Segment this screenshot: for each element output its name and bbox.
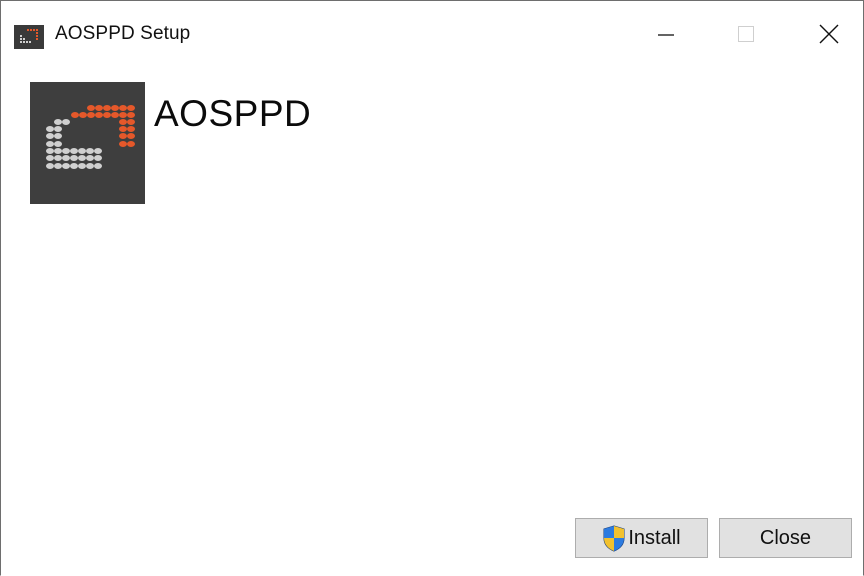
aosppd-logo bbox=[30, 82, 145, 204]
install-button[interactable]: Install bbox=[575, 518, 708, 558]
close-button-label: Close bbox=[759, 526, 812, 549]
close-icon bbox=[819, 24, 839, 44]
minimize-icon bbox=[658, 34, 674, 36]
maximize-button[interactable] bbox=[718, 11, 774, 57]
install-button-label: Install bbox=[628, 526, 681, 549]
setup-window: AOSPPD Setup AOSPPD Install Close bbox=[0, 0, 864, 576]
app-title-icon bbox=[14, 25, 44, 49]
maximize-icon bbox=[738, 26, 754, 42]
close-button[interactable]: Close bbox=[719, 518, 852, 558]
close-window-button[interactable] bbox=[801, 11, 857, 57]
app-name-heading: AOSPPD bbox=[154, 93, 312, 134]
uac-shield-icon bbox=[602, 524, 626, 552]
minimize-button[interactable] bbox=[638, 11, 694, 57]
window-title: AOSPPD Setup bbox=[55, 23, 191, 44]
title-bar[interactable]: AOSPPD Setup bbox=[1, 1, 863, 65]
